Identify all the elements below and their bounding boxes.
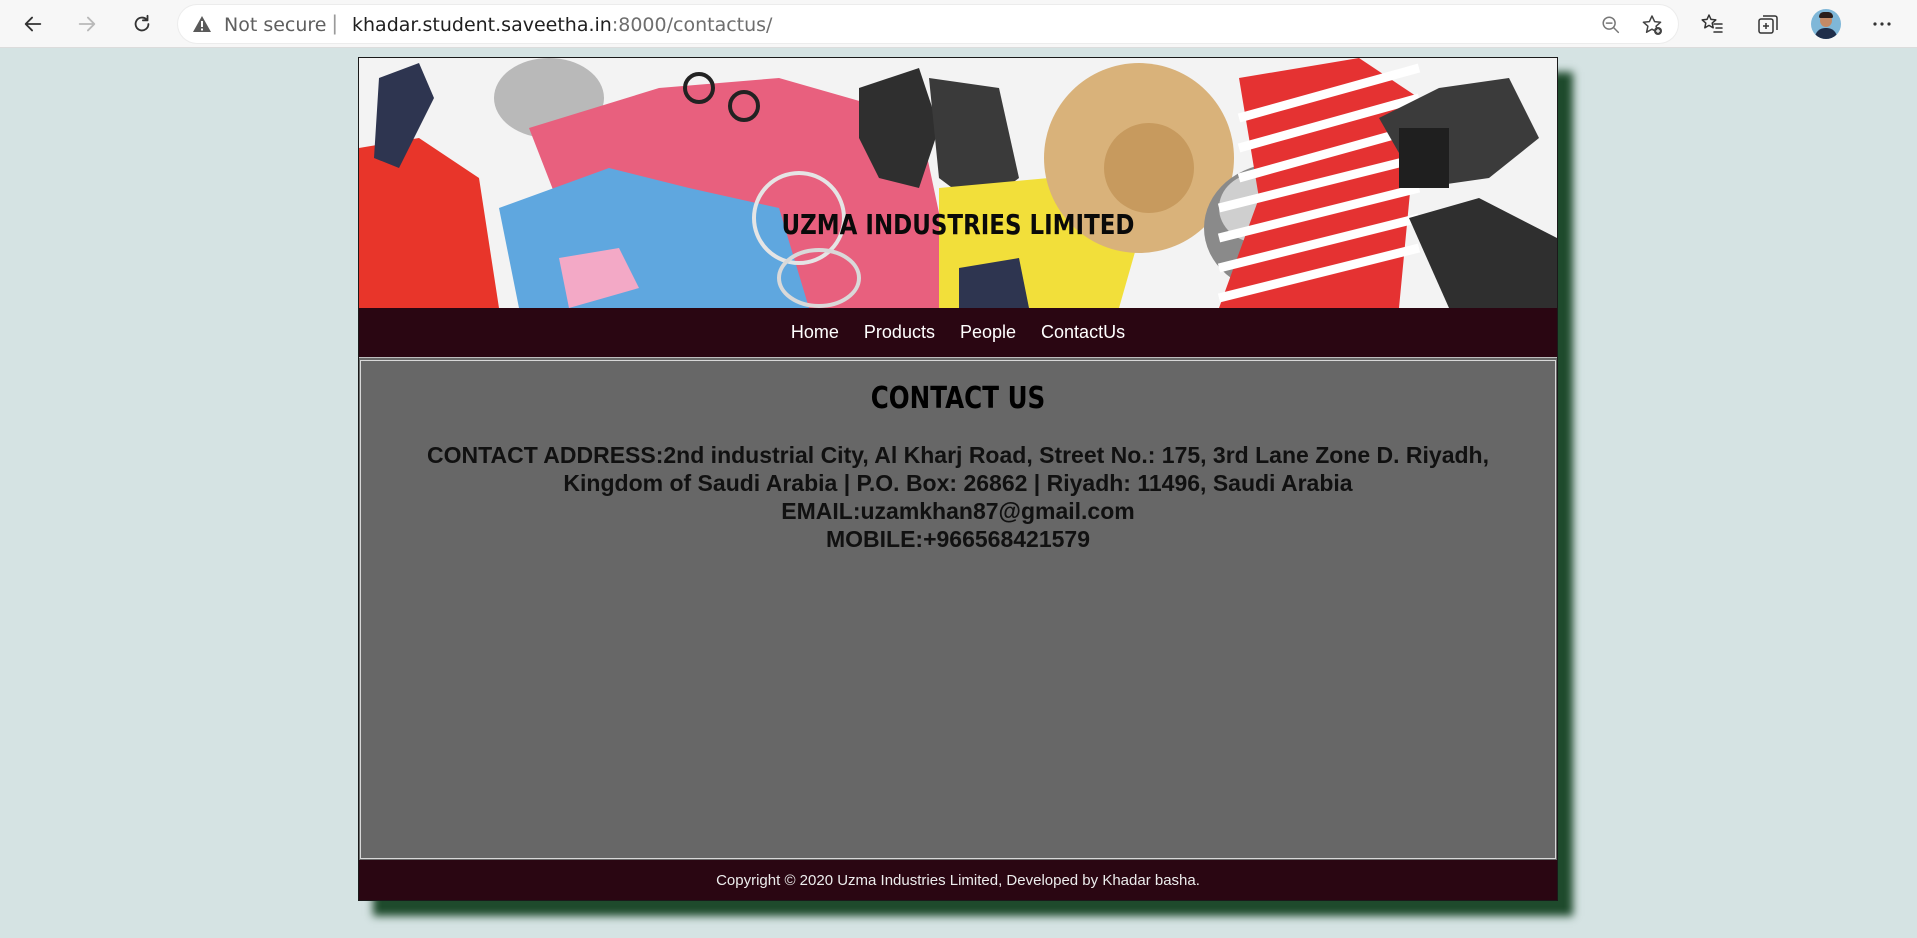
security-label[interactable]: Not secure [224, 14, 327, 36]
page-title: CONTACT US [870, 381, 1046, 416]
url-host: khadar.student.saveetha.in [352, 14, 612, 36]
favorites-icon [1701, 14, 1723, 33]
url-text[interactable]: khadar.student.saveetha.in:8000/contactu… [352, 14, 772, 36]
address-bar[interactable]: Not secure | khadar.student.saveetha.in:… [178, 5, 1678, 43]
address-line-1: CONTACT ADDRESS:2nd industrial City, Al … [427, 442, 1489, 468]
back-icon [24, 16, 42, 32]
contact-section: CONTACT US CONTACT ADDRESS:2nd industria… [360, 360, 1556, 859]
nav-products[interactable]: Products [851, 322, 947, 343]
site-title: UZMA INDUSTRIES LIMITED [781, 208, 1135, 241]
forward-icon [78, 16, 96, 32]
add-favorite-icon[interactable] [1640, 13, 1664, 37]
address-separator: | [332, 12, 338, 35]
zoom-out-icon[interactable] [1600, 14, 1622, 36]
profile-avatar[interactable] [1811, 9, 1841, 39]
more-button[interactable] [1868, 10, 1896, 38]
more-icon [1873, 22, 1891, 26]
collections-button[interactable] [1754, 10, 1782, 38]
warning-icon[interactable] [192, 15, 212, 33]
nav-home[interactable]: Home [778, 322, 851, 343]
back-button[interactable] [15, 6, 51, 42]
nav-people[interactable]: People [947, 322, 1028, 343]
contact-details: CONTACT ADDRESS:2nd industrial City, Al … [391, 441, 1525, 553]
site-container: UZMA INDUSTRIES LIMITED Home Products Pe… [358, 57, 1558, 901]
avatar-hair [1819, 12, 1833, 18]
copyright-text: Copyright © 2020 Uzma Industries Limited… [716, 871, 1200, 889]
email-line: EMAIL:uzamkhan87@gmail.com [781, 498, 1135, 524]
browser-toolbar: Not secure | khadar.student.saveetha.in:… [0, 0, 1917, 48]
refresh-button[interactable] [124, 6, 160, 42]
refresh-icon [134, 14, 150, 32]
collections-icon [1758, 15, 1778, 34]
clothing-banner-image [359, 58, 1557, 308]
avatar-body [1815, 28, 1837, 39]
nav-contactus[interactable]: ContactUs [1029, 322, 1138, 343]
mobile-line: MOBILE:+966568421579 [825, 526, 1091, 552]
favorites-button[interactable] [1698, 10, 1726, 38]
url-path: :8000/contactus/ [611, 14, 773, 36]
footer: Copyright © 2020 Uzma Industries Limited… [359, 860, 1557, 900]
forward-button[interactable] [69, 6, 105, 42]
header-banner: UZMA INDUSTRIES LIMITED [359, 58, 1557, 308]
address-line-2: Kingdom of Saudi Arabia | P.O. Box: 2686… [563, 470, 1353, 496]
main-nav: Home Products People ContactUs [359, 308, 1557, 358]
